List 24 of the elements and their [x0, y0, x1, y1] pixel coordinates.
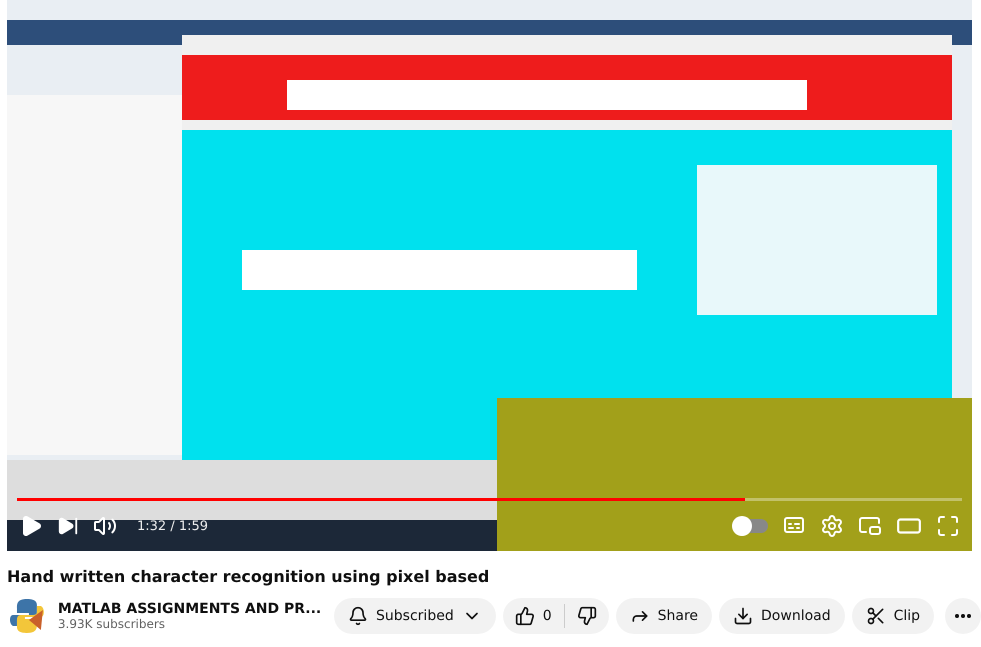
share-button[interactable]: Share: [616, 598, 712, 634]
channel-avatar[interactable]: [7, 596, 47, 636]
more-button[interactable]: [945, 598, 981, 634]
thumbs-down-icon: [576, 606, 597, 626]
next-button[interactable]: [57, 515, 79, 537]
subscribe-button[interactable]: Subscribed: [334, 598, 496, 634]
fullscreen-button[interactable]: [936, 514, 960, 538]
video-player[interactable]: 1:32 / 1:59: [7, 0, 972, 551]
video-title: Hand written character recognition using pixel based: [7, 567, 490, 586]
miniplayer-button[interactable]: [858, 514, 882, 538]
download-icon: [733, 606, 754, 626]
autoplay-toggle[interactable]: [732, 519, 768, 533]
download-button[interactable]: Download: [719, 598, 845, 634]
progress-bar[interactable]: [17, 498, 962, 501]
settings-button[interactable]: [820, 514, 844, 538]
volume-button[interactable]: [93, 514, 117, 538]
more-icon: [955, 614, 972, 618]
channel-name[interactable]: MATLAB ASSIGNMENTS AND PR...: [58, 601, 328, 617]
clip-button[interactable]: Clip: [852, 598, 934, 634]
time-display: 1:32 / 1:59: [137, 518, 208, 534]
subscriber-count: 3.93K subscribers: [58, 617, 166, 631]
thumbs-up-icon: [514, 606, 535, 626]
like-button[interactable]: 0: [502, 598, 564, 634]
bell-icon: [348, 606, 368, 626]
